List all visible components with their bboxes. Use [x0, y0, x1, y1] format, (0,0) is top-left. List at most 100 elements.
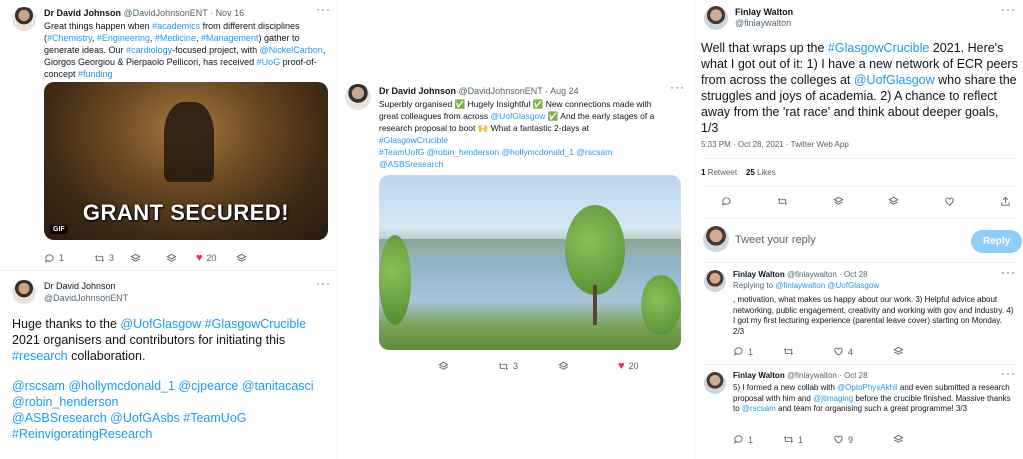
author-name[interactable]: Finlay Walton [733, 270, 785, 279]
tweet-panel-right: Finlay Walton @finlaywalton ··· Well tha… [694, 0, 1023, 459]
mention-link[interactable]: @rscsam [742, 404, 776, 413]
reply-icon [44, 253, 55, 264]
analytics-action[interactable] [558, 361, 618, 372]
tweet-date[interactable]: Nov 16 [216, 8, 245, 18]
avatar[interactable] [704, 6, 728, 30]
like-count[interactable]: 25 [746, 168, 755, 177]
mention-link[interactable]: @jtimaging [813, 394, 853, 403]
retweet-action[interactable]: 1 [783, 434, 833, 445]
tweet-date[interactable]: Oct 28 [844, 270, 868, 279]
author-handle[interactable]: @DavidJohnsonENT [459, 86, 543, 96]
reply-action[interactable]: 1 [733, 434, 783, 445]
retweet-action[interactable]: 3 [498, 361, 558, 372]
retweet-icon[interactable] [777, 196, 788, 207]
gif-figure [164, 102, 214, 182]
more-icon[interactable]: ··· [1001, 2, 1016, 16]
author-name[interactable]: Finlay Walton [733, 371, 785, 380]
author-name[interactable]: Dr David Johnson [379, 86, 456, 96]
avatar [703, 226, 729, 252]
mentions-block: @rscsam @hollymcdonald_1 @cjpearce @tani… [12, 378, 332, 442]
mention-link[interactable]: @ASBSresearch [379, 158, 685, 170]
retweet-icon [783, 346, 794, 357]
like-action[interactable]: ♥ 20 [196, 252, 236, 264]
more-icon[interactable]: ··· [316, 276, 331, 290]
mention-link[interactable]: @finlaywalton @UofGlasgow [775, 281, 879, 290]
mention-link[interactable]: @OptoPhysAkhil [837, 383, 898, 392]
more-icon[interactable]: ··· [1001, 366, 1016, 380]
mention-link[interactable]: @UofGlasgow [854, 73, 935, 87]
tweet-text: Great things happen when #academics from… [44, 21, 326, 79]
mention-link[interactable]: @robin_henderson [12, 394, 332, 410]
more-icon[interactable]: ··· [316, 2, 331, 16]
mention-link[interactable]: @rscsam @hollymcdonald_1 @cjpearce @tani… [12, 378, 332, 394]
tweet-panel-left: Dr David Johnson @DavidJohnsonENT · Nov … [0, 0, 338, 459]
retweet-count[interactable]: 1 [701, 168, 705, 177]
hashtag-link[interactable]: #Medicine [155, 33, 196, 43]
analytics-action[interactable] [893, 434, 923, 445]
tweet-meta[interactable]: 5:33 PM · Oct 28, 2021 · Twitter Web App [701, 140, 849, 149]
mention-link[interactable]: @UofGlasgow [120, 317, 201, 331]
tree-trunk [593, 285, 597, 325]
analytics-icon[interactable] [888, 196, 899, 207]
gif-media[interactable]: GRANT SECURED! GIF [44, 82, 328, 240]
reply-action[interactable]: 1 [733, 346, 783, 357]
avatar[interactable] [12, 7, 36, 31]
share-icon[interactable] [1000, 196, 1011, 207]
reply-icon[interactable] [721, 196, 732, 207]
author-name[interactable]: Dr David Johnson [44, 281, 116, 291]
mention-link[interactable]: @ASBSresearch @UofGAsbs #TeamUoG [12, 410, 332, 426]
hashtag-link[interactable]: #GlasgowCrucible [205, 317, 306, 331]
avatar[interactable] [704, 270, 726, 292]
analytics-action[interactable] [893, 346, 923, 357]
author-handle[interactable]: @finlaywalton [735, 18, 791, 28]
like-icon [833, 434, 844, 445]
author-handle[interactable]: @finlaywalton [787, 270, 837, 279]
avatar[interactable] [704, 372, 726, 394]
hashtag-link[interactable]: #Chemistry [47, 33, 92, 43]
mention-link[interactable]: @UofGlasgow [491, 111, 546, 121]
hashtag-link[interactable]: #Management [201, 33, 259, 43]
tree [379, 235, 411, 325]
tweet-date[interactable]: Oct 28 [844, 371, 868, 380]
tweet-actions: 1 1 9 [733, 434, 933, 445]
retweet-action[interactable]: 3 [94, 253, 130, 264]
tweet-header: Finlay Walton @finlaywalton · Oct 28 [733, 371, 868, 380]
retweet-action[interactable] [783, 346, 833, 357]
hashtag-link[interactable]: #cardiology [126, 45, 172, 55]
lake-photo[interactable] [379, 175, 681, 350]
author-name[interactable]: Finlay Walton [735, 7, 793, 17]
hashtag-link[interactable]: #academics [152, 21, 200, 31]
reply-action[interactable]: 1 [44, 253, 94, 264]
hashtag-link[interactable]: #UoG [257, 57, 281, 67]
reply-button[interactable]: Reply [971, 230, 1023, 253]
author-handle[interactable]: @DavidJohnsonENT [44, 293, 128, 303]
reply-icon [733, 346, 744, 357]
like-action[interactable]: 9 [833, 434, 893, 445]
analytics-icon[interactable] [833, 196, 844, 207]
more-icon[interactable]: ··· [1001, 265, 1016, 279]
hashtag-link[interactable]: #research [12, 349, 68, 363]
like-action[interactable]: ♥ 20 [618, 360, 658, 372]
like-icon[interactable] [944, 196, 955, 207]
analytics-action[interactable] [438, 361, 498, 372]
mention-link[interactable]: #TeamUofG @robin_henderson @hollymcdonal… [379, 146, 685, 158]
author-name[interactable]: Dr David Johnson [44, 8, 121, 18]
author-handle[interactable]: @DavidJohnsonENT [124, 8, 208, 18]
tweet-date[interactable]: Aug 24 [550, 86, 579, 96]
author-handle[interactable]: @finlaywalton [787, 371, 837, 380]
mention-link[interactable]: @NickelCarbon [260, 45, 323, 55]
analytics-action[interactable] [130, 253, 166, 264]
more-icon[interactable]: ··· [670, 80, 685, 94]
like-action[interactable]: 4 [833, 346, 893, 357]
hashtag-link[interactable]: #GlasgowCrucible [828, 41, 929, 55]
reply-input[interactable]: Tweet your reply [735, 234, 816, 246]
hashtag-link[interactable]: #GlasgowCrucible [379, 134, 685, 146]
avatar[interactable] [345, 84, 371, 110]
hashtag-link[interactable]: #funding [78, 69, 113, 79]
hashtag-link[interactable]: #ReinvigoratingResearch [12, 426, 332, 442]
hashtag-link[interactable]: #Engineering [97, 33, 150, 43]
share-action[interactable] [236, 253, 266, 264]
avatar[interactable] [12, 280, 36, 304]
analytics-action[interactable] [166, 253, 196, 264]
tweet-panel-middle: Dr David Johnson @DavidJohnsonENT · Aug … [338, 0, 694, 459]
